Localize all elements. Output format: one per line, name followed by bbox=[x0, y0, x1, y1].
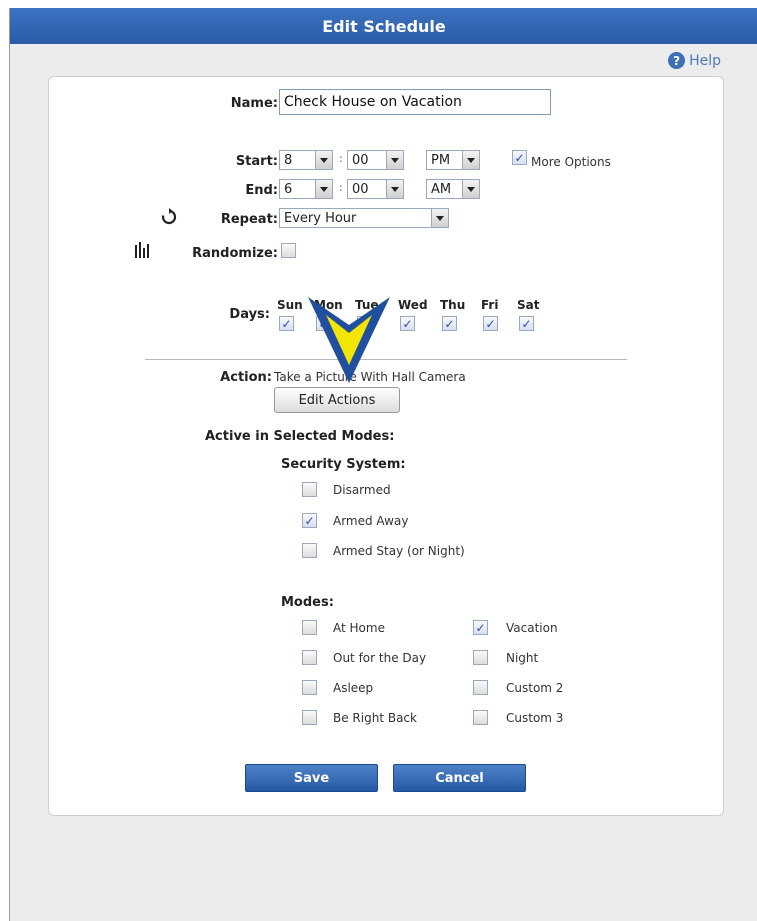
day-checkbox-fri[interactable]: ✓ bbox=[483, 316, 498, 331]
end-hour-value: 6 bbox=[284, 181, 293, 197]
day-checkbox-sat[interactable]: ✓ bbox=[519, 316, 534, 331]
mode-label-custom-2: Custom 2 bbox=[506, 681, 564, 695]
security-label-armed-stay-or-night: Armed Stay (or Night) bbox=[333, 544, 465, 558]
start-minute-select[interactable]: 00 bbox=[347, 150, 404, 170]
start-hour-select[interactable]: 8 bbox=[279, 150, 333, 170]
help-icon: ? bbox=[668, 52, 686, 69]
day-checkbox-wed[interactable]: ✓ bbox=[400, 316, 415, 331]
chevron-down-icon bbox=[431, 209, 448, 227]
chevron-down-icon bbox=[462, 180, 479, 198]
time-separator: : bbox=[339, 181, 343, 194]
day-label-sun: Sun bbox=[277, 298, 303, 312]
mode-checkbox-out-for-the-day[interactable] bbox=[302, 650, 317, 665]
save-button[interactable]: Save bbox=[245, 764, 378, 792]
mode-checkbox-at-home[interactable] bbox=[302, 620, 317, 635]
chevron-down-icon bbox=[315, 151, 332, 169]
day-label-thu: Thu bbox=[440, 298, 466, 312]
mode-checkbox-custom-3[interactable] bbox=[473, 710, 488, 725]
modes-heading: Modes: bbox=[281, 595, 334, 610]
start-ampm-select[interactable]: PM bbox=[426, 150, 480, 170]
chevron-down-icon bbox=[386, 180, 403, 198]
mode-label-night: Night bbox=[506, 651, 539, 665]
day-label-wed: Wed bbox=[398, 298, 428, 312]
more-options-checkbox[interactable]: ✓ bbox=[512, 150, 527, 165]
start-label: Start: bbox=[235, 154, 278, 169]
security-label-disarmed: Disarmed bbox=[333, 483, 391, 497]
help-link[interactable]: ? Help bbox=[668, 52, 721, 69]
edit-actions-button[interactable]: Edit Actions bbox=[274, 387, 400, 413]
repeat-value: Every Hour bbox=[284, 210, 357, 226]
security-checkbox-armed-stay-or-night[interactable] bbox=[302, 543, 317, 558]
repeat-icon bbox=[161, 208, 177, 225]
mode-checkbox-custom-2[interactable] bbox=[473, 680, 488, 695]
day-label-sat: Sat bbox=[517, 298, 540, 312]
mode-label-at-home: At Home bbox=[333, 621, 385, 635]
cancel-button[interactable]: Cancel bbox=[393, 764, 526, 792]
end-minute-select[interactable]: 00 bbox=[347, 179, 404, 199]
end-minute-value: 00 bbox=[352, 181, 369, 197]
security-label-armed-away: Armed Away bbox=[333, 514, 409, 528]
time-separator: : bbox=[339, 152, 343, 165]
randomize-checkbox[interactable] bbox=[281, 243, 296, 258]
days-label: Days: bbox=[229, 307, 270, 322]
day-checkbox-sun[interactable]: ✓ bbox=[279, 316, 294, 331]
start-hour-value: 8 bbox=[284, 152, 293, 168]
mode-label-out-for-the-day: Out for the Day bbox=[333, 651, 427, 665]
security-checkbox-disarmed[interactable] bbox=[302, 482, 317, 497]
help-label: Help bbox=[689, 52, 721, 69]
mode-label-custom-3: Custom 3 bbox=[506, 711, 564, 725]
active-modes-heading: Active in Selected Modes: bbox=[205, 429, 395, 444]
end-hour-select[interactable]: 6 bbox=[279, 179, 333, 199]
repeat-label: Repeat: bbox=[220, 212, 278, 227]
pointer-arrow-icon bbox=[308, 297, 390, 383]
mode-label-be-right-back: Be Right Back bbox=[333, 711, 417, 725]
dialog-window: Edit Schedule ? Help Name: Check House o… bbox=[9, 8, 757, 921]
dialog-title: Edit Schedule bbox=[10, 8, 757, 44]
randomize-icon bbox=[135, 242, 149, 258]
start-ampm-value: PM bbox=[431, 152, 451, 168]
end-ampm-select[interactable]: AM bbox=[426, 179, 480, 199]
day-checkbox-thu[interactable]: ✓ bbox=[442, 316, 457, 331]
mode-checkbox-asleep[interactable] bbox=[302, 680, 317, 695]
end-label: End: bbox=[245, 183, 278, 198]
chevron-down-icon bbox=[315, 180, 332, 198]
day-label-fri: Fri bbox=[481, 298, 499, 312]
more-options-label: More Options bbox=[531, 155, 611, 169]
chevron-down-icon bbox=[462, 151, 479, 169]
top-strip bbox=[0, 0, 757, 8]
repeat-select[interactable]: Every Hour bbox=[279, 208, 449, 228]
start-minute-value: 00 bbox=[352, 152, 369, 168]
end-ampm-value: AM bbox=[431, 181, 452, 197]
randomize-label: Randomize: bbox=[192, 246, 278, 261]
security-heading: Security System: bbox=[281, 457, 406, 472]
mode-label-asleep: Asleep bbox=[333, 681, 374, 695]
name-input[interactable]: Check House on Vacation bbox=[279, 89, 551, 115]
mode-checkbox-vacation[interactable]: ✓ bbox=[473, 620, 488, 635]
name-label: Name: bbox=[230, 96, 278, 111]
action-label: Action: bbox=[220, 370, 272, 385]
security-checkbox-armed-away[interactable]: ✓ bbox=[302, 513, 317, 528]
chevron-down-icon bbox=[386, 151, 403, 169]
mode-label-vacation: Vacation bbox=[506, 621, 558, 635]
mode-checkbox-be-right-back[interactable] bbox=[302, 710, 317, 725]
mode-checkbox-night[interactable] bbox=[473, 650, 488, 665]
